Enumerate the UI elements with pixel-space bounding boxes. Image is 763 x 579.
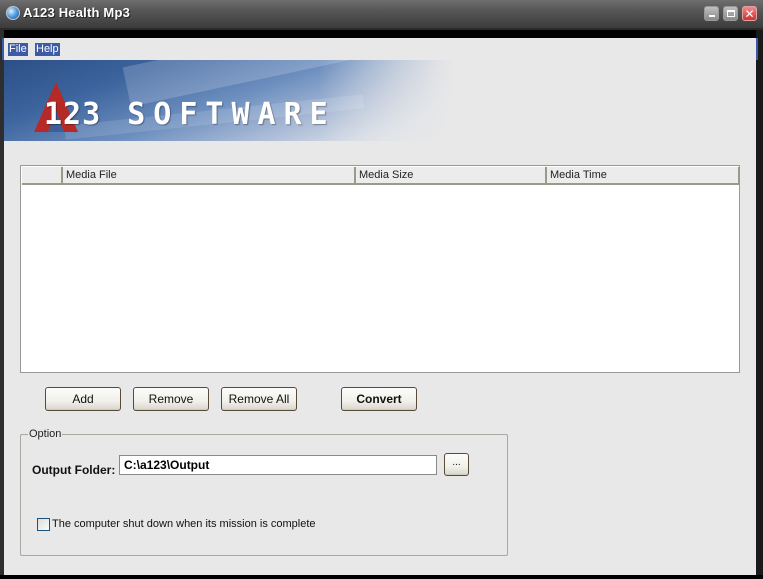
logo-word: SOFTWARE	[127, 97, 336, 132]
option-group	[20, 434, 508, 556]
column-header-media-time[interactable]: Media Time	[547, 167, 740, 185]
a123-software-banner: 123 SOFTWARE	[4, 60, 454, 141]
close-button[interactable]: ✕	[742, 6, 757, 21]
shutdown-checkbox[interactable]	[37, 518, 50, 531]
output-folder-label: Output Folder:	[32, 463, 116, 477]
app-globe-icon[interactable]	[6, 6, 20, 20]
window-frame-bottom	[0, 575, 763, 579]
add-button[interactable]: Add	[45, 387, 121, 411]
client-area: File Help 123 SOFTWARE Media File Media …	[4, 38, 756, 575]
maximize-icon	[726, 10, 735, 17]
media-list-header: Media File Media Size Media Time	[22, 167, 740, 185]
window-frame-accent-right	[756, 38, 758, 60]
remove-button[interactable]: Remove	[133, 387, 209, 411]
output-folder-input[interactable]	[119, 455, 437, 475]
menu-file[interactable]: File	[8, 43, 28, 56]
shutdown-checkbox-label[interactable]: The computer shut down when its mission …	[52, 518, 316, 531]
media-list[interactable]: Media File Media Size Media Time	[20, 165, 740, 373]
option-group-label: Option	[28, 428, 63, 440]
window-title: A123 Health Mp3	[23, 5, 131, 20]
minimize-icon	[708, 14, 715, 17]
minimize-button[interactable]	[704, 6, 719, 21]
convert-button[interactable]: Convert	[341, 387, 417, 411]
remove-all-button[interactable]: Remove All	[221, 387, 297, 411]
browse-folder-button[interactable]: ...	[444, 453, 469, 476]
logo-number: 123	[44, 97, 102, 132]
logo-text: 123 SOFTWARE	[44, 100, 336, 130]
app-window: A123 Health Mp3 ✕ File Help 123 SOFTWARE	[0, 0, 763, 579]
menu-bar: File Help	[4, 38, 756, 58]
close-icon: ✕	[744, 6, 755, 21]
title-bar[interactable]: A123 Health Mp3 ✕	[0, 0, 763, 30]
maximize-button[interactable]	[723, 6, 738, 21]
menu-help[interactable]: Help	[35, 43, 60, 56]
column-header-media-size[interactable]: Media Size	[356, 167, 547, 185]
window-frame-right	[756, 30, 763, 579]
column-header-index[interactable]	[22, 167, 63, 185]
column-header-media-file[interactable]: Media File	[63, 167, 356, 185]
